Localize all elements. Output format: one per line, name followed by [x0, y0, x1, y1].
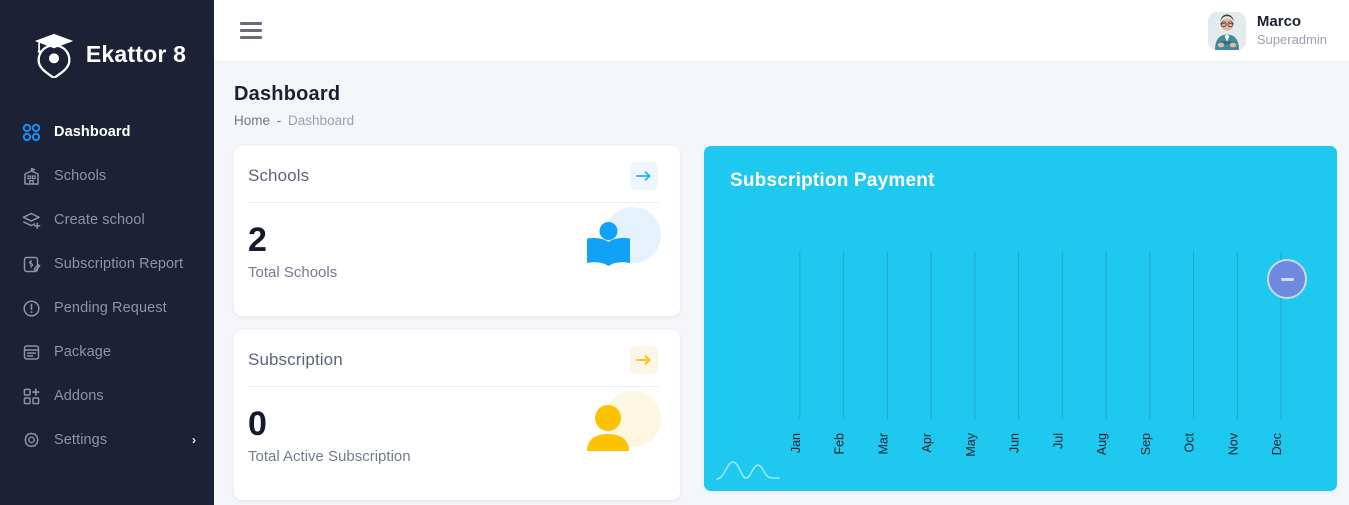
sidebar-item-label: Create school: [54, 212, 145, 228]
arrow-right-icon: [636, 354, 652, 366]
sidebar-item-settings[interactable]: Settings ›: [0, 418, 214, 462]
card-title: Schools: [248, 166, 310, 185]
subscription-arrow-button[interactable]: [630, 346, 658, 374]
card-header: Schools: [248, 162, 658, 190]
school-building-icon: [20, 165, 42, 187]
sidebar-item-label: Dashboard: [54, 124, 131, 140]
chart-x-tick-label: Sep: [1139, 433, 1153, 455]
hamburger-bar: [240, 22, 262, 25]
brand-logo-area[interactable]: Ekattor 8: [0, 0, 214, 108]
minus-icon: [1280, 277, 1294, 281]
grid-plus-icon: [20, 385, 42, 407]
alert-circle-icon: [20, 297, 42, 319]
breadcrumb: Home - Dashboard: [234, 113, 1321, 128]
card-header: Subscription: [248, 346, 658, 374]
user-name: Marco: [1256, 13, 1302, 30]
card-body: 0 Total Active Subscription: [248, 387, 661, 465]
sidebar-item-package[interactable]: Package: [0, 330, 214, 374]
chart-x-tick-label: Jan: [789, 433, 803, 453]
chart-x-tick-label: Aug: [1095, 433, 1109, 455]
chart-x-tick-label: May: [964, 432, 978, 456]
sidebar-item-create-school[interactable]: Create school: [0, 198, 214, 242]
chart-x-tick-label: Oct: [1183, 432, 1197, 452]
user-role: Superadmin: [1256, 31, 1327, 47]
invoice-dollar-icon: [20, 253, 42, 275]
chart-x-tick-label: Mar: [876, 433, 890, 455]
dashboard-content: Schools 2 Total Schools Subscription 0 T…: [214, 128, 1349, 505]
breadcrumb-separator: -: [276, 113, 282, 128]
sidebar-item-label: Package: [54, 344, 112, 360]
card-title: Subscription: [248, 350, 343, 369]
graduation-cap-pin-icon: [32, 30, 76, 78]
chart-x-tick-label: Apr: [920, 433, 934, 452]
user-person-icon: [578, 389, 664, 465]
breadcrumb-current: Dashboard: [288, 113, 355, 128]
user-menu[interactable]: Marco Superadmin: [1207, 11, 1333, 50]
sidebar-item-label: Pending Request: [54, 300, 167, 316]
chart-title: Subscription Payment: [730, 170, 935, 191]
wave-sparkline-icon: [716, 457, 780, 483]
subscription-stat-card: Subscription 0 Total Active Subscription: [234, 330, 680, 500]
arrow-right-icon: [636, 170, 652, 182]
sidebar-item-subscription-report[interactable]: Subscription Report: [0, 242, 214, 286]
chart-x-tick-label: Jul: [1051, 433, 1065, 449]
subscription-payment-chart-panel: Subscription Payment Jan Feb Mar Apr May Jun J…: [704, 146, 1337, 491]
main-area: Marco Superadmin Dashboard Home - Dashbo…: [214, 0, 1349, 505]
sidebar-item-pending-request[interactable]: Pending Request: [0, 286, 214, 330]
layers-plus-icon: [20, 209, 42, 231]
card-body: 2 Total Schools: [248, 203, 661, 281]
hamburger-bar: [240, 36, 262, 39]
stat-cards-column: Schools 2 Total Schools Subscription 0 T…: [234, 146, 680, 505]
chart-plot-area: Jan Feb Mar Apr May Jun Jul Aug Sep Oct Nov Dec: [704, 251, 1337, 491]
sidebar-nav: Dashboard Schools Create school Subscrip…: [0, 108, 214, 462]
brand-name: Ekattor 8: [85, 40, 187, 67]
chart-x-axis-labels: Jan Feb Mar Apr May Jun Jul Aug Sep Oct Nov Dec: [789, 432, 1284, 456]
chart-collapse-button[interactable]: [1267, 259, 1307, 299]
page-head: Dashboard Home - Dashboard: [214, 61, 1349, 128]
reading-book-icon: [578, 205, 664, 281]
avatar: [1207, 11, 1246, 50]
chart-x-tick-label: Feb: [833, 433, 847, 455]
sidebar-item-schools[interactable]: Schools: [0, 154, 214, 198]
schools-stat-card: Schools 2 Total Schools: [234, 146, 680, 316]
breadcrumb-home[interactable]: Home: [234, 113, 270, 128]
chart-x-tick-label: Nov: [1226, 432, 1240, 455]
grid-dots-icon: [20, 121, 42, 143]
sidebar-item-label: Schools: [54, 168, 107, 184]
hamburger-icon[interactable]: [240, 22, 262, 39]
sidebar-item-label: Subscription Report: [54, 256, 184, 272]
topbar: Marco Superadmin: [214, 0, 1349, 61]
chart-x-tick-label: Dec: [1270, 433, 1284, 455]
window-list-icon: [20, 341, 42, 363]
gear-icon: [20, 429, 42, 451]
sidebar-item-label: Addons: [54, 388, 104, 404]
chevron-right-icon: ›: [192, 433, 196, 447]
hamburger-bar: [240, 29, 262, 32]
app-root: Ekattor 8 Dashboard Schools Create schoo…: [0, 0, 1349, 505]
sidebar-item-label: Settings: [54, 432, 108, 448]
user-text: Marco Superadmin: [1257, 13, 1327, 48]
chart-x-tick-label: Jun: [1008, 433, 1022, 453]
schools-arrow-button[interactable]: [630, 162, 658, 190]
sidebar-item-dashboard[interactable]: Dashboard: [0, 110, 214, 154]
sidebar: Ekattor 8 Dashboard Schools Create schoo…: [0, 0, 214, 505]
page-title: Dashboard: [234, 83, 341, 105]
sidebar-item-addons[interactable]: Addons: [0, 374, 214, 418]
